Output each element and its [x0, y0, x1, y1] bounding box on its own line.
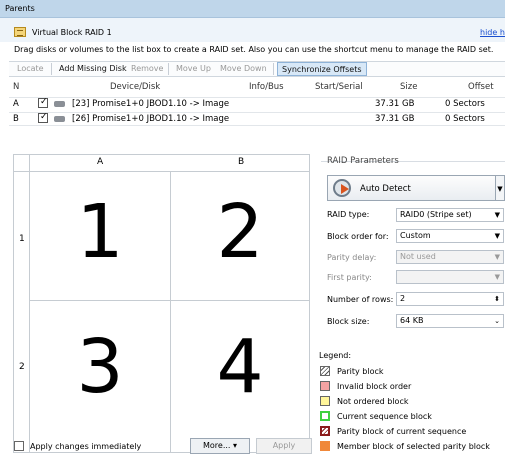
row-size: 37.31 GB — [375, 99, 415, 109]
legend-swatch-parity-current — [320, 426, 330, 436]
more-button[interactable]: More... ▾ — [190, 438, 250, 454]
row-checkbox[interactable] — [38, 97, 48, 108]
hide-hint-link[interactable]: hide hi — [480, 28, 505, 37]
row-n: B — [13, 114, 19, 124]
block-cell[interactable]: 4 — [200, 330, 280, 404]
legend-label: Invalid block order — [337, 382, 412, 391]
apply-button[interactable]: Apply — [256, 438, 312, 454]
col-header-offset[interactable]: Offset — [468, 82, 494, 92]
block-cell[interactable]: 1 — [60, 195, 140, 269]
col-header-start[interactable]: Start/Serial — [315, 82, 363, 92]
row-offset: 0 Sectors — [445, 99, 485, 109]
grid-line — [29, 155, 30, 452]
parity-delay-label: Parity delay: — [327, 253, 377, 262]
grid-column-label: B — [238, 157, 245, 167]
legend-label: Parity block — [337, 367, 384, 376]
legend-label: Member block of selected parity block — [337, 442, 490, 451]
toolbar-separator — [168, 63, 169, 75]
block-order-label: Block order for: — [327, 232, 389, 241]
toolbar-separator — [273, 63, 274, 75]
legend-title: Legend: — [319, 351, 352, 360]
raid-type-value: RAID0 (Stripe set) — [400, 210, 472, 219]
block-order-value: Custom — [400, 231, 431, 240]
row-size: 37.31 GB — [375, 114, 415, 124]
col-header-size[interactable]: Size — [400, 82, 417, 92]
legend-label: Current sequence block — [337, 412, 432, 421]
synchronize-offsets-button[interactable]: Synchronize Offsets — [277, 62, 367, 76]
raid-parameters-title: RAID Parameters — [327, 156, 399, 166]
parity-delay-select[interactable]: Not used ▼ — [396, 250, 504, 264]
chevron-down-icon: ⌄ — [494, 317, 500, 325]
col-header-n[interactable]: N — [13, 82, 19, 92]
window-title: Parents — [5, 4, 35, 13]
hint-text: Drag disks or volumes to the list box to… — [14, 45, 494, 54]
row-device: [23] Promise1+0 JBOD1.10 -> Image — [72, 99, 230, 109]
grid-column-label: A — [97, 157, 104, 167]
legend-swatch-member — [320, 441, 330, 451]
legend-swatch-parity — [320, 366, 330, 376]
remove-button[interactable]: Remove — [125, 62, 169, 76]
legend-swatch-current — [320, 411, 330, 421]
rows-value: 2 — [400, 294, 406, 303]
apply-immediately-label: Apply changes immediately — [30, 442, 142, 451]
window-title-bar: Parents — [0, 0, 505, 18]
first-parity-label: First parity: — [327, 273, 372, 282]
raid-type-label: RAID type: — [327, 210, 370, 219]
chevron-down-icon: ▼ — [494, 211, 500, 219]
block-order-select[interactable]: Custom ▼ — [396, 229, 504, 243]
block-size-value: 64 KB — [400, 316, 424, 325]
more-label: More... — [202, 441, 231, 450]
grid-row-label: 2 — [19, 362, 25, 372]
chevron-down-icon: ▼ — [494, 232, 500, 240]
chevron-down-icon: ▾ — [233, 441, 238, 450]
first-parity-select[interactable]: ▼ — [396, 270, 504, 284]
rows-stepper[interactable]: 2 ⬍ — [396, 292, 504, 306]
raid-title: Virtual Block RAID 1 — [32, 28, 112, 37]
parity-delay-value: Not used — [400, 252, 436, 261]
stepper-arrows-icon[interactable]: ⬍ — [494, 293, 500, 305]
disk-icon — [54, 101, 65, 107]
grid-row-label: 1 — [19, 234, 25, 244]
legend-label: Parity block of current sequence — [337, 427, 467, 436]
move-down-button[interactable]: Move Down — [214, 62, 273, 76]
raid-type-select[interactable]: RAID0 (Stripe set) ▼ — [396, 208, 504, 222]
chevron-down-icon: ▼ — [494, 273, 500, 281]
add-missing-disk-button[interactable]: Add Missing Disk — [53, 62, 133, 76]
legend-swatch-not-ordered — [320, 396, 330, 406]
auto-detect-label: Auto Detect — [360, 184, 411, 194]
raid-folder-icon — [14, 27, 26, 37]
disk-icon — [54, 116, 65, 122]
locate-button[interactable]: Locate — [11, 62, 50, 76]
legend-swatch-invalid — [320, 381, 330, 391]
block-cell[interactable]: 3 — [60, 330, 140, 404]
row-offset: 0 Sectors — [445, 114, 485, 124]
auto-detect-button[interactable] — [327, 175, 496, 201]
rows-label: Number of rows: — [327, 295, 394, 304]
apply-immediately-checkbox[interactable] — [14, 441, 24, 451]
toolbar-separator — [51, 63, 52, 75]
grid-line — [170, 171, 171, 452]
row-checkbox[interactable] — [38, 112, 48, 123]
move-up-button[interactable]: Move Up — [170, 62, 217, 76]
chevron-down-icon: ▼ — [494, 253, 500, 261]
auto-detect-dropdown-arrow[interactable]: ▼ — [496, 175, 505, 201]
col-header-device[interactable]: Device/Disk — [110, 82, 160, 92]
grid-line — [14, 171, 309, 172]
block-cell[interactable]: 2 — [200, 195, 280, 269]
legend-label: Not ordered block — [337, 397, 409, 406]
row-device: [26] Promise1+0 JBOD1.10 -> Image — [72, 114, 230, 124]
block-size-select[interactable]: 64 KB ⌄ — [396, 314, 504, 328]
auto-detect-icon — [333, 179, 351, 197]
grid-line — [29, 300, 309, 301]
row-n: A — [13, 99, 19, 109]
block-size-label: Block size: — [327, 317, 370, 326]
col-header-info[interactable]: Info/Bus — [249, 82, 284, 92]
